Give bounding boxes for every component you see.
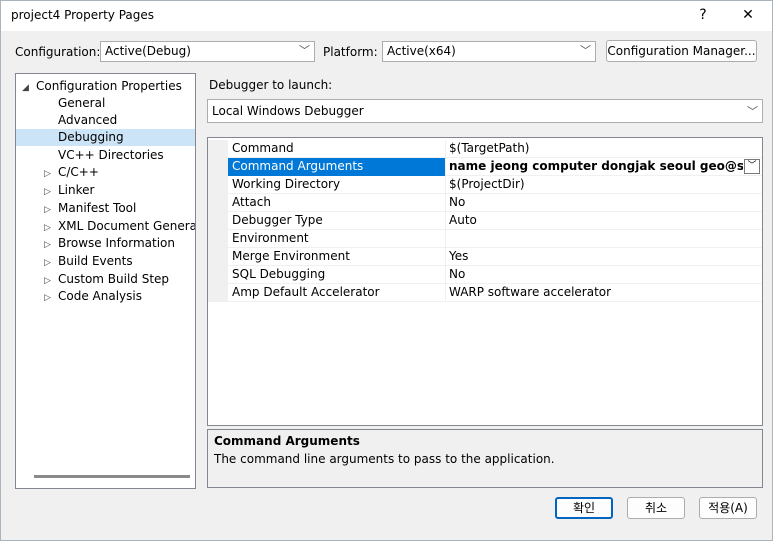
expanded-triangle-icon[interactable]: ◢ <box>22 80 36 97</box>
configuration-label: Configuration: <box>15 45 101 59</box>
chevron-down-icon: ﹀ <box>299 44 310 57</box>
close-button[interactable]: ✕ <box>728 1 768 31</box>
configuration-combo[interactable]: Active(Debug) ﹀ <box>100 41 315 62</box>
close-icon: ✕ <box>742 7 754 23</box>
tree-item-configuration-properties[interactable]: ◢ Configuration Properties <box>22 78 182 95</box>
tree-item-custom-build-step[interactable]: ▷ Custom Build Step <box>44 271 169 288</box>
description-panel: Command Arguments The command line argum… <box>207 429 763 488</box>
property-row-command[interactable]: Command $(TargetPath) <box>208 140 762 158</box>
property-name: Attach <box>232 195 271 209</box>
title-bar: project4 Property Pages ? ✕ <box>1 1 772 31</box>
collapsed-triangle-icon[interactable]: ▷ <box>44 290 58 307</box>
property-row-working-directory[interactable]: Working Directory $(ProjectDir) <box>208 176 762 194</box>
tree-item-general[interactable]: General <box>58 95 105 112</box>
property-name: Command Arguments <box>232 159 364 173</box>
property-value: Yes <box>449 249 469 263</box>
property-value: WARP software accelerator <box>449 285 612 299</box>
property-name: Debugger Type <box>232 213 323 227</box>
property-name: SQL Debugging <box>232 267 326 281</box>
tree-item-vc-directories[interactable]: VC++ Directories <box>58 147 164 164</box>
debugger-combo[interactable]: Local Windows Debugger ﹀ <box>207 99 763 123</box>
configuration-value: Active(Debug) <box>105 44 191 58</box>
collapsed-triangle-icon[interactable]: ▷ <box>44 184 58 201</box>
tree-horizontal-scrollbar[interactable] <box>34 475 190 478</box>
value-dropdown-button[interactable]: ﹀ <box>744 159 760 174</box>
property-row-merge-environment[interactable]: Merge Environment Yes <box>208 248 762 266</box>
cancel-button[interactable]: 취소 <box>627 497 685 519</box>
property-name: Amp Default Accelerator <box>232 285 380 299</box>
tree-item-build-events[interactable]: ▷ Build Events <box>44 253 133 270</box>
property-pages-dialog: project4 Property Pages ? ✕ Configuratio… <box>0 0 773 541</box>
property-value: No <box>449 195 466 209</box>
tree-item-linker[interactable]: ▷ Linker <box>44 182 94 199</box>
apply-button[interactable]: 적용(A) <box>699 497 757 519</box>
tree-item-browse-information[interactable]: ▷ Browse Information <box>44 235 175 252</box>
property-value: No <box>449 267 466 281</box>
collapsed-triangle-icon[interactable]: ▷ <box>44 202 58 219</box>
property-grid: Command $(TargetPath) Command Arguments … <box>207 137 763 426</box>
property-name: Merge Environment <box>232 249 350 263</box>
tree-item-debugging[interactable]: Debugging <box>16 129 195 146</box>
property-row-environment[interactable]: Environment <box>208 230 762 248</box>
collapsed-triangle-icon[interactable]: ▷ <box>44 166 58 183</box>
window-title: project4 Property Pages <box>11 8 154 22</box>
tree-item-advanced[interactable]: Advanced <box>58 112 117 129</box>
tree-item-code-analysis[interactable]: ▷ Code Analysis <box>44 288 142 305</box>
property-row-debugger-type[interactable]: Debugger Type Auto <box>208 212 762 230</box>
platform-label: Platform: <box>323 45 378 59</box>
description-title: Command Arguments <box>214 434 360 448</box>
property-name: Command <box>232 141 294 155</box>
property-row-amp-default-accelerator[interactable]: Amp Default Accelerator WARP software ac… <box>208 284 762 302</box>
description-text: The command line arguments to pass to th… <box>214 452 555 466</box>
property-row-command-arguments[interactable]: Command Arguments name jeong computer do… <box>208 158 762 176</box>
collapsed-triangle-icon[interactable]: ▷ <box>44 255 58 272</box>
configuration-manager-button[interactable]: Configuration Manager... <box>606 40 757 62</box>
tree-item-manifest-tool[interactable]: ▷ Manifest Tool <box>44 200 136 217</box>
chevron-down-icon: ﹀ <box>747 105 758 118</box>
property-name: Environment <box>232 231 309 245</box>
command-arguments-value[interactable]: name jeong computer dongjak seoul geo@ss… <box>449 159 743 173</box>
property-value: Auto <box>449 213 477 227</box>
tree-item-xml-document-generator[interactable]: ▷XML Document Generator <box>44 218 195 235</box>
property-tree[interactable]: ◢ Configuration Properties General Advanc… <box>15 73 196 489</box>
debugger-value: Local Windows Debugger <box>212 104 364 118</box>
property-value: $(ProjectDir) <box>449 177 525 191</box>
help-button[interactable]: ? <box>683 1 723 31</box>
collapsed-triangle-icon[interactable]: ▷ <box>44 237 58 254</box>
debugger-to-launch-label: Debugger to launch: <box>209 78 333 92</box>
property-row-attach[interactable]: Attach No <box>208 194 762 212</box>
property-row-sql-debugging[interactable]: SQL Debugging No <box>208 266 762 284</box>
tree-item-c-cpp[interactable]: ▷ C/C++ <box>44 164 99 181</box>
property-name: Working Directory <box>232 177 341 191</box>
chevron-down-icon: ﹀ <box>747 161 757 171</box>
platform-value: Active(x64) <box>387 44 456 58</box>
ok-button[interactable]: 확인 <box>555 497 613 519</box>
property-value: $(TargetPath) <box>449 141 530 155</box>
chevron-down-icon: ﹀ <box>580 44 591 57</box>
platform-combo[interactable]: Active(x64) ﹀ <box>382 41 596 62</box>
